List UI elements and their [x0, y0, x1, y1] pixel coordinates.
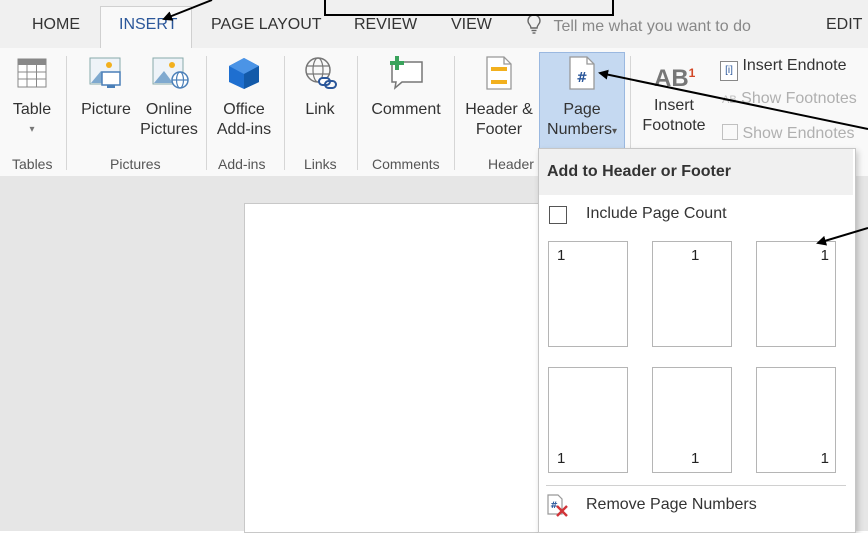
- group-label-tables: Tables: [12, 156, 53, 172]
- group-separator: [357, 56, 358, 170]
- tell-me-search[interactable]: Tell me what you want to do: [527, 14, 751, 36]
- office-addins-label-1: Office: [223, 101, 265, 118]
- online-pictures-label-2: Pictures: [140, 121, 198, 138]
- page-number-top-center-option[interactable]: 1: [652, 241, 732, 347]
- insert-endnote-icon: [i]: [720, 61, 738, 81]
- page-numbers-label-1: Page: [563, 101, 601, 118]
- group-label-header: Header: [488, 156, 534, 172]
- insert-endnote-label: Insert Endnote: [742, 57, 847, 74]
- group-separator: [454, 56, 455, 170]
- online-pictures-button[interactable]: Online Pictures: [140, 56, 198, 140]
- thumbnail-number: 1: [557, 247, 566, 264]
- show-endnotes-button[interactable]: Show Endnotes: [722, 124, 855, 143]
- page-numbers-caret: ▾: [611, 126, 617, 137]
- office-addins-icon: [229, 58, 259, 89]
- tell-me-placeholder: Tell me what you want to do: [553, 18, 751, 35]
- page-numbers-label-2-text: Numbers: [547, 121, 612, 138]
- page-number-bottom-center-option[interactable]: 1: [652, 367, 732, 473]
- tab-insert[interactable]: INSERT: [119, 16, 177, 34]
- comment-icon: [390, 56, 423, 90]
- thumbnail-number: 1: [820, 247, 829, 264]
- header-footer-label-2: Footer: [475, 121, 523, 138]
- tab-home[interactable]: HOME: [32, 16, 80, 34]
- page-number-bottom-left-option[interactable]: 1: [548, 367, 628, 473]
- online-pictures-icon: [152, 57, 189, 89]
- group-label-links: Links: [304, 156, 337, 172]
- group-separator: [66, 56, 67, 170]
- table-button[interactable]: Table ▾: [8, 56, 56, 140]
- show-footnotes-button[interactable]: AB Show Footnotes: [722, 90, 857, 108]
- header-footer-label-1: Header &: [465, 101, 533, 118]
- group-separator: [284, 56, 285, 170]
- page-numbers-button[interactable]: # Page Numbers▾: [540, 56, 624, 142]
- tab-view[interactable]: VIEW: [451, 16, 492, 34]
- link-button[interactable]: Link: [292, 56, 348, 120]
- insert-footnote-label-1: Insert: [653, 97, 694, 114]
- table-label: Table: [12, 101, 52, 118]
- thumbnail-number: 1: [820, 450, 829, 467]
- insert-endnote-button[interactable]: [i] Insert Endnote: [720, 57, 847, 81]
- link-icon: [305, 57, 337, 89]
- table-caret: ▾: [29, 124, 35, 135]
- thumbnail-number: 1: [691, 247, 700, 264]
- header-footer-button[interactable]: Header & Footer: [460, 56, 538, 140]
- footnote-icon: AB1: [654, 65, 696, 92]
- document-page[interactable]: [244, 203, 546, 533]
- tab-review[interactable]: REVIEW: [354, 16, 417, 34]
- annotation-box: [324, 0, 614, 16]
- include-page-count-label[interactable]: Include Page Count: [586, 205, 727, 223]
- insert-footnote-label-2: Footnote: [642, 117, 706, 134]
- page-number-top-right-option[interactable]: 1: [756, 241, 836, 347]
- include-page-count-checkbox[interactable]: [549, 206, 567, 224]
- comment-button[interactable]: Comment: [364, 56, 448, 120]
- picture-button[interactable]: Picture: [78, 56, 134, 120]
- dropdown-divider: [546, 485, 846, 486]
- page-numbers-label-2: Numbers▾: [540, 120, 624, 142]
- office-addins-button[interactable]: Office Add-ins: [212, 56, 276, 140]
- link-label: Link: [305, 101, 335, 118]
- dropdown-header-text: Add to Header or Footer: [547, 163, 732, 180]
- page-number-top-left-option[interactable]: 1: [548, 241, 628, 347]
- remove-page-numbers-icon: #: [546, 494, 570, 523]
- tab-edit[interactable]: EDIT: [826, 16, 862, 34]
- insert-footnote-button[interactable]: AB1 Insert Footnote: [636, 56, 712, 136]
- office-addins-label-2: Add-ins: [216, 121, 272, 138]
- remove-page-numbers-option[interactable]: Remove Page Numbers: [586, 496, 757, 514]
- show-endnotes-label: Show Endnotes: [742, 125, 855, 142]
- thumbnail-number: 1: [691, 450, 700, 467]
- thumbnail-number: 1: [557, 450, 566, 467]
- group-label-addins: Add-ins: [218, 156, 266, 172]
- group-label-comments: Comments: [372, 156, 440, 172]
- online-pictures-label-1: Online: [145, 101, 193, 118]
- svg-text:#: #: [577, 71, 588, 86]
- tab-page-layout[interactable]: PAGE LAYOUT: [211, 16, 322, 34]
- comment-label: Comment: [371, 101, 441, 118]
- picture-icon: [89, 57, 121, 88]
- svg-text:#: #: [550, 501, 558, 511]
- picture-label: Picture: [81, 101, 131, 118]
- page-numbers-icon: #: [569, 56, 595, 90]
- group-separator: [206, 56, 207, 170]
- show-endnotes-icon: [722, 124, 738, 140]
- group-label-pictures: Pictures: [110, 156, 161, 172]
- show-footnotes-icon: AB: [722, 94, 737, 106]
- show-footnotes-label: Show Footnotes: [741, 90, 857, 107]
- header-footer-icon: [486, 56, 512, 90]
- page-number-bottom-right-option[interactable]: 1: [756, 367, 836, 473]
- lightbulb-icon: [527, 14, 541, 34]
- table-icon: [17, 58, 47, 88]
